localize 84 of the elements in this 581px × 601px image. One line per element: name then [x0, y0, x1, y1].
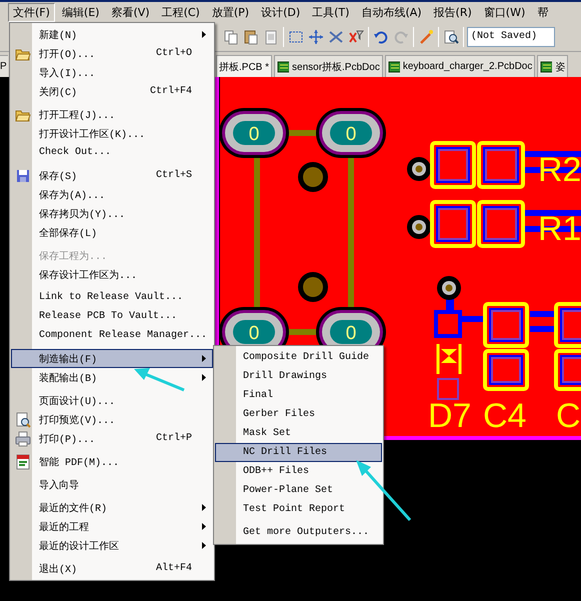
menu-item[interactable]: 页面设计(U)... [11, 391, 213, 410]
document-tab[interactable]: P [0, 55, 8, 77]
menu-bar-item[interactable]: 帮 [532, 2, 554, 22]
menu-item[interactable]: 打印(P)... Ctrl+P [11, 429, 213, 448]
menu-item[interactable]: 保存为(A)... [11, 185, 213, 204]
menu-item[interactable]: ODB++ Files [215, 462, 382, 481]
document-icon [263, 28, 279, 44]
menu-item[interactable]: Power-Plane Set [215, 481, 382, 500]
menu-bar-item[interactable]: 工具(T) [307, 2, 354, 22]
menu-item[interactable]: Check Out... [11, 143, 213, 162]
menu-item[interactable]: 打开设计工作区(K)... [11, 124, 213, 143]
document-tab[interactable]: sensor拼板.PcbDoc [274, 55, 383, 77]
menu-bar-item[interactable]: 察看(V) [106, 2, 155, 22]
move-icon [308, 28, 324, 44]
pad-label: 0 [248, 323, 260, 344]
menu-bar-item[interactable]: 自动布线(A) [356, 2, 427, 22]
menu-item[interactable]: 打开工程(J)... [11, 105, 213, 124]
menu-item[interactable]: 最近的设计工作区 [11, 536, 213, 555]
menu-bar-item[interactable]: 编辑(E) [56, 2, 104, 22]
menu-item[interactable]: 退出(X) Alt+F4 [11, 559, 213, 578]
menu-item[interactable]: 智能 PDF(M)... [11, 452, 213, 471]
undo-icon [373, 28, 389, 44]
input-field[interactable]: (Not Saved) [467, 26, 555, 46]
document-tab[interactable]: 拼板.PCB * [216, 55, 272, 77]
designator-label: D7 [428, 397, 472, 435]
menu-item[interactable]: 全部保存(L) [11, 223, 213, 242]
filter-icon [348, 28, 364, 44]
menu-item[interactable]: Composite Drill Guide [215, 348, 382, 367]
zoom-icon [443, 28, 459, 44]
document-tab[interactable]: keyboard_charger_2.PcbDoc [384, 55, 536, 77]
menu-item[interactable]: Release PCB To Vault... [11, 307, 213, 326]
pointer-arrow [134, 368, 185, 392]
pcb-document-icon [277, 60, 290, 72]
pointer-arrow [356, 460, 412, 521]
shortcut-label: Alt+F4 [156, 563, 193, 574]
menu-bar-item[interactable]: 放置(P) [206, 2, 254, 22]
menu-item[interactable]: 打印预览(V)... [11, 410, 213, 429]
copy-icon [223, 28, 239, 44]
shortcut-label: Ctrl+O [156, 48, 193, 59]
menu-item[interactable]: Final [215, 386, 382, 405]
pad-label: 0 [346, 124, 356, 145]
designator-label: C4 [483, 397, 526, 435]
menu-item[interactable]: 新建(N) [11, 25, 213, 44]
menu-item[interactable]: Mask Set [215, 424, 382, 443]
shortcut-label: Ctrl+F4 [150, 86, 193, 97]
menu-item[interactable]: 关闭(C) Ctrl+F4 [11, 82, 213, 101]
shortcut-label: Ctrl+S [156, 170, 193, 181]
pcb-document-icon [540, 60, 552, 72]
pdf-document-icon [14, 454, 30, 470]
menu-bar-item[interactable]: 文件(F) [8, 2, 55, 22]
menu-item[interactable]: NC Drill Files [215, 443, 382, 462]
menu-item[interactable]: 最近的工程 [11, 517, 213, 536]
cross-icon [328, 28, 344, 44]
designator-label: C [556, 397, 581, 435]
menu-item[interactable]: 制造输出(F) [11, 349, 213, 368]
menu-item[interactable]: 打开(O)... Ctrl+O [11, 44, 213, 63]
menu-item[interactable]: 导入(I)... [11, 63, 213, 82]
menu-item[interactable]: 保存(S) Ctrl+S [11, 166, 213, 185]
selection-rectangle-icon [288, 28, 304, 44]
redo-icon [393, 28, 409, 44]
menu-bar-item[interactable]: 报告(R) [428, 2, 477, 22]
menu-item[interactable]: Drill Drawings [215, 367, 382, 386]
wand-icon [418, 28, 434, 44]
menu-item[interactable]: Link to Release Vault... [11, 288, 213, 307]
document-tab[interactable]: 姿 [537, 55, 568, 77]
menu-bar-item[interactable]: 设计(D) [256, 2, 306, 22]
menu-bar-item[interactable]: 工程(C) [156, 2, 205, 22]
menu-item[interactable]: 导入向导 [11, 475, 213, 494]
pad-label: 0 [346, 323, 356, 344]
print-preview-icon [14, 412, 30, 428]
printer-icon [14, 430, 30, 446]
paste-icon [243, 28, 259, 44]
pad-label: 0 [248, 124, 260, 145]
menu-item[interactable]: Component Release Manager... [11, 326, 213, 345]
menu-item[interactable]: Get more Outputers... [215, 523, 382, 542]
menu-item[interactable]: 最近的文件(R) [11, 498, 213, 517]
menu-item[interactable]: Gerber Files [215, 405, 382, 424]
menu-item[interactable]: Test Point Report [215, 500, 382, 519]
menu-item[interactable]: 装配输出(B) [11, 368, 213, 387]
pcb-document-icon [388, 60, 400, 72]
menu-item[interactable]: 保存设计工作区为... [11, 265, 213, 284]
menu-bar-item[interactable]: 窗口(W) [478, 2, 530, 22]
shortcut-label: Ctrl+P [156, 433, 193, 444]
menu-item[interactable]: 保存拷贝为(Y)... [11, 204, 213, 223]
